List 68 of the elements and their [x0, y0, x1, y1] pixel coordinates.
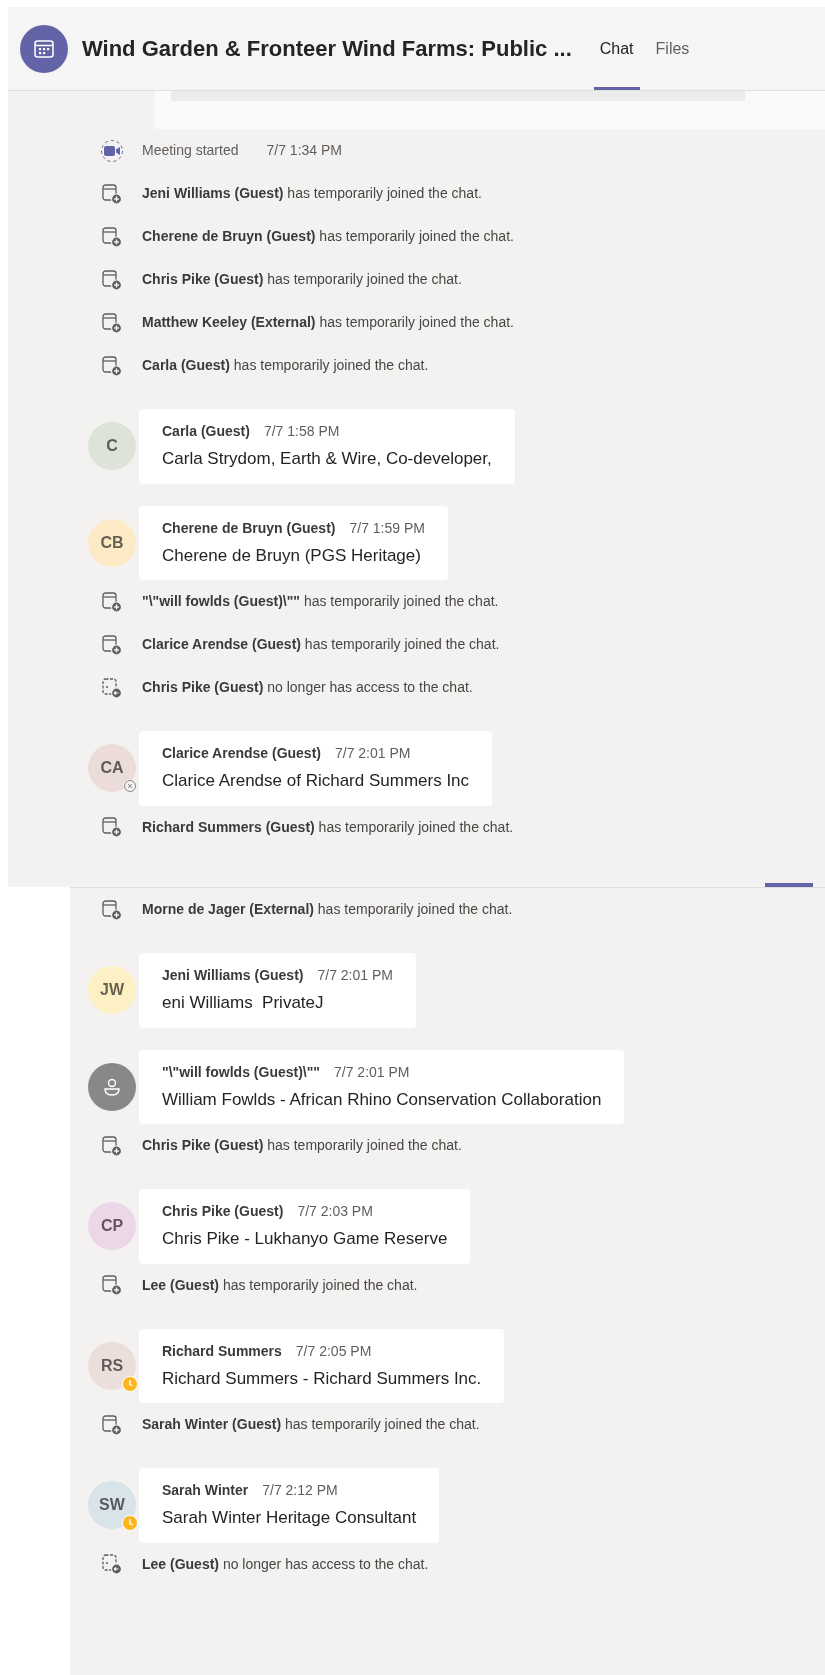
message-text: Clarice Arendse of Richard Summers Inc	[162, 770, 470, 792]
event-time: 7/7 1:34 PM	[266, 141, 342, 160]
author-name: Chris Pike (Guest)	[162, 1202, 284, 1221]
message-text: William Fowlds - African Rhino Conservation Collaboration	[162, 1088, 602, 1111]
message-time: 7/7 2:05 PM	[295, 1341, 372, 1361]
message-time: 7/7 2:01 PM	[335, 744, 411, 763]
avatar[interactable]: CA	[88, 744, 136, 793]
message-time: 7/7 2:12 PM	[262, 1481, 338, 1500]
person-added-icon	[101, 354, 123, 377]
person-added-icon	[101, 268, 123, 291]
author-name: Clarice Arendse (Guest)	[162, 744, 321, 763]
event-text: Jeni Williams (Guest) has temporarily joined the chat.	[142, 184, 482, 203]
video-camera-icon	[100, 138, 124, 163]
message-time: 7/7 2:03 PM	[297, 1202, 373, 1221]
person-added-icon	[101, 225, 123, 248]
event-text: Meeting started	[142, 141, 239, 160]
message-text: Carla Strydom, Earth & Wire, Co-developer,	[162, 448, 492, 470]
author-name: "\"will fowlds (Guest)\""	[162, 1062, 320, 1082]
event-text: Carla (Guest) has temporarily joined the chat.	[142, 356, 429, 375]
author-name: Cherene de Bruyn (Guest)	[162, 518, 336, 538]
message-time: 7/7 2:01 PM	[334, 1062, 410, 1082]
message-time: 7/7 1:58 PM	[263, 422, 340, 441]
message-time: 7/7 1:59 PM	[349, 518, 425, 538]
person-left-icon	[101, 676, 123, 699]
person-added-icon	[101, 1134, 123, 1157]
event-text: Sarah Winter (Guest) has temporarily joined the chat.	[142, 1415, 480, 1434]
event-text: Richard Summers (Guest) has temporarily joined the chat.	[142, 817, 514, 837]
event-text: Lee (Guest) has temporarily joined the chat.	[142, 1275, 418, 1295]
avatar[interactable]: CB	[88, 518, 136, 567]
event-text: Chris Pike (Guest) has temporarily joined the chat.	[142, 1136, 462, 1155]
person-added-icon	[101, 311, 123, 334]
avatar[interactable]: C	[88, 422, 136, 471]
message-time: 7/7 2:01 PM	[317, 966, 393, 985]
avatar[interactable]: RS	[88, 1341, 136, 1390]
event-text: Clarice Arendse (Guest) has temporarily joined the chat.	[142, 635, 500, 654]
author-name: Richard Summers	[162, 1341, 282, 1361]
person-icon	[102, 1076, 122, 1097]
person-added-icon	[101, 816, 123, 838]
person-added-icon	[101, 1274, 123, 1296]
event-text: Cherene de Bruyn (Guest) has temporarily joined the chat.	[142, 227, 514, 246]
person-added-icon	[101, 182, 123, 205]
event-text: Lee (Guest) no longer has access to the chat.	[142, 1554, 429, 1574]
event-text: Chris Pike (Guest) has temporarily joined the chat.	[142, 270, 462, 289]
message-text: Richard Summers - Richard Summers Inc.	[162, 1367, 482, 1390]
message-text: eni Williams PrivateJ	[162, 992, 325, 1014]
author-name: Sarah Winter	[162, 1481, 249, 1500]
tab-indicator	[765, 883, 813, 887]
event-text: Matthew Keeley (External) has temporarily joined the chat.	[142, 313, 514, 332]
person-added-icon	[101, 898, 123, 921]
event-text: "\"will fowlds (Guest)\"" has temporarily joined the chat.	[142, 592, 499, 611]
chat-title: Wind Garden & Fronteer Wind Farms: Public ...	[82, 35, 572, 63]
event-text: Morne de Jager (External) has temporarily joined the chat.	[142, 900, 513, 919]
message-text: Sarah Winter Heritage Consultant	[162, 1507, 417, 1529]
person-added-icon	[101, 1413, 123, 1436]
person-added-icon	[101, 633, 123, 656]
avatar[interactable]: SW	[88, 1481, 136, 1530]
author-name: Jeni Williams (Guest)	[162, 966, 304, 985]
event-text: Chris Pike (Guest) no longer has access to the chat.	[142, 678, 473, 697]
avatar[interactable]: CP	[88, 1202, 136, 1251]
author-name: Carla (Guest)	[162, 422, 250, 441]
person-added-icon	[101, 590, 123, 613]
message-text: Chris Pike - Lukhanyo Game Reserve	[162, 1228, 448, 1250]
calendar-icon	[33, 37, 55, 60]
avatar[interactable]	[88, 1062, 136, 1111]
person-left-icon	[101, 1553, 123, 1575]
tab[interactable]: Files	[649, 7, 696, 90]
message-text: Cherene de Bruyn (PGS Heritage)	[162, 544, 422, 567]
avatar[interactable]: JW	[88, 966, 136, 1015]
